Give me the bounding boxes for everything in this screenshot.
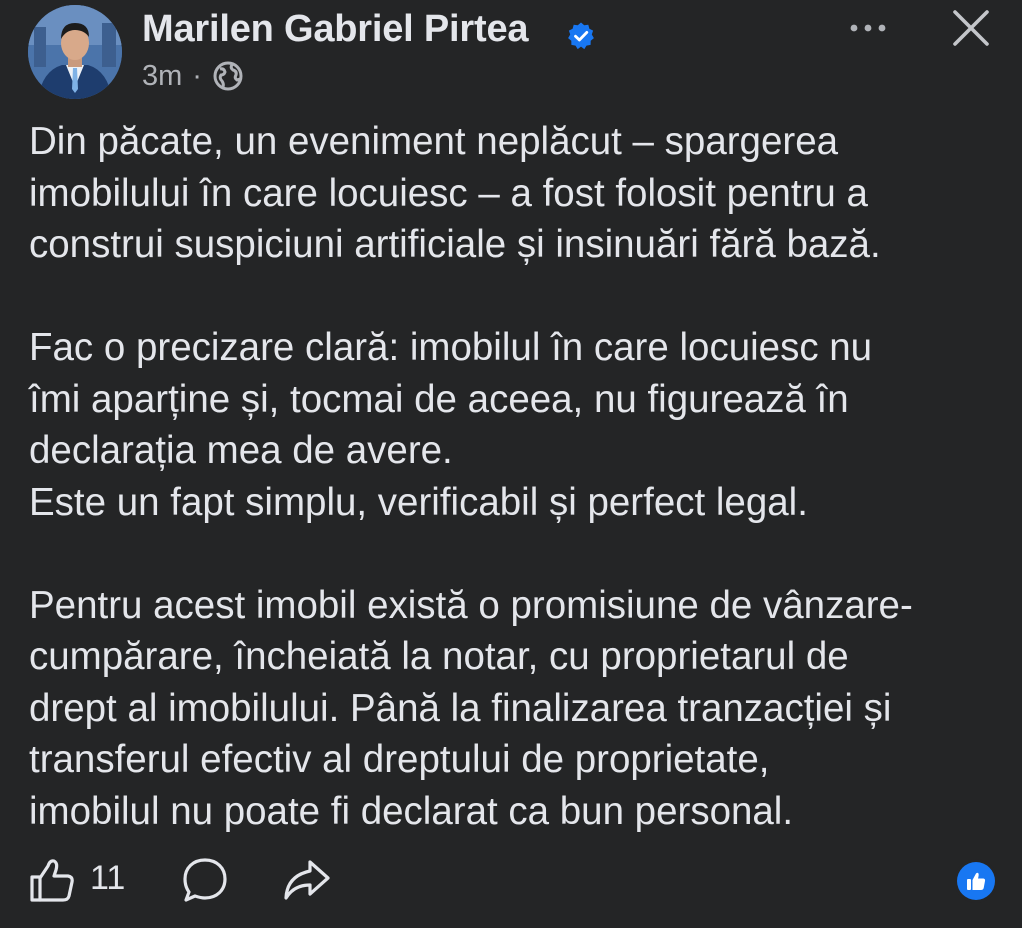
comment-icon[interactable] (181, 856, 229, 904)
globe-icon (213, 61, 243, 91)
body-line: transferul efectiv al dreptului de propr… (29, 738, 770, 781)
thumbs-up-icon[interactable] (28, 856, 76, 904)
like-count[interactable]: 11 (90, 859, 125, 898)
body-line: Pentru acest imobil există o promisiune … (29, 583, 913, 627)
body-line: construi suspiciuni artificiale și insin… (29, 223, 881, 266)
body-line: Din păcate, un eveniment neplăcut – spar… (29, 120, 839, 163)
author-avatar[interactable] (28, 5, 122, 99)
body-line: cumpărare, încheiată la notar, cu propri… (29, 635, 849, 678)
like-reaction-glyph (967, 872, 986, 890)
verified-badge-icon (568, 22, 594, 50)
post-card: Marilen Gabriel Pirtea 3m · Din păcate, … (0, 0, 1022, 928)
body-line: imobilului în care locuiesc – a fost fol… (29, 171, 868, 215)
body-line: îmi aparține și, tocmai de aceea, nu fig… (29, 377, 849, 421)
post-timestamp[interactable]: 3m (142, 60, 182, 93)
body-line: Este un fapt simplu, verificabil și perf… (29, 480, 808, 524)
body-line: drept al imobilului. Până la finalizarea… (29, 686, 892, 730)
body-line: declarația mea de avere. (29, 429, 453, 472)
avatar-portrait (28, 5, 122, 99)
close-icon[interactable] (951, 8, 991, 48)
post-body: Din păcate, un eveniment neplăcut – spar… (29, 116, 1004, 837)
meta-separator: · (192, 59, 202, 92)
post-action-bar: 11 (0, 850, 1022, 910)
body-line: imobilul nu poate fi declarat ca bun per… (29, 789, 794, 833)
like-reaction-icon[interactable] (957, 862, 995, 900)
share-icon[interactable] (282, 856, 332, 904)
body-line: Fac o precizare clară: imobilul în care … (29, 326, 873, 369)
more-options-icon[interactable] (846, 16, 890, 40)
post-meta: 3m · (142, 58, 244, 94)
author-name[interactable]: Marilen Gabriel Pirtea (142, 8, 529, 51)
